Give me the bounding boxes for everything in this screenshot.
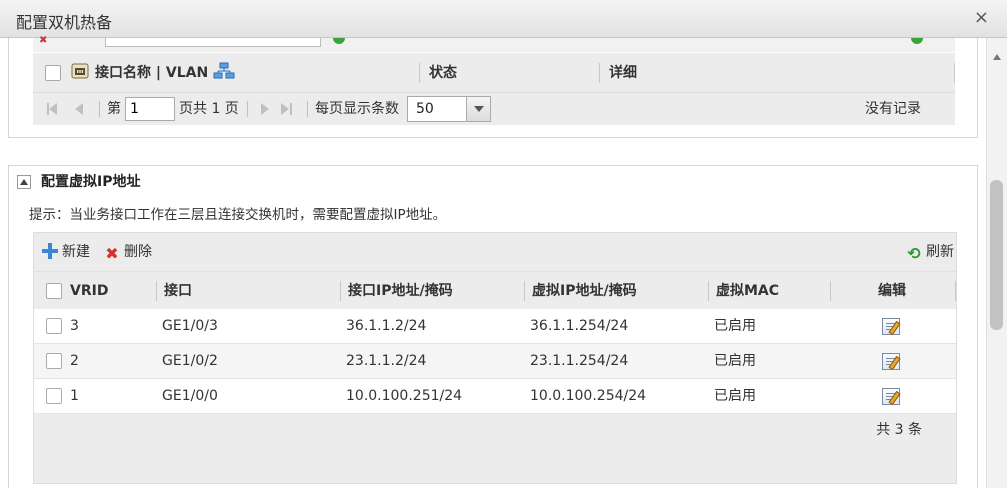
column-interface-ip[interactable]: 接口IP地址/掩码: [348, 272, 453, 310]
refresh-icon: ⟲: [907, 244, 921, 263]
cell-interface: GE1/0/3: [162, 318, 218, 334]
virtual-ip-panel-title[interactable]: 配置虚拟IP地址: [17, 172, 140, 192]
delete-label: 删除: [124, 244, 152, 260]
cell-interface: GE1/0/0: [162, 388, 218, 404]
delete-button[interactable]: ✖ 删除: [104, 233, 152, 271]
delete-x-icon: ✖: [105, 244, 119, 263]
cell-interface-ip: 10.0.100.251/24: [346, 388, 463, 404]
interface-pager: 第 页共 1 页 每页显示条数 50 没有记录: [33, 93, 955, 125]
select-all-checkbox[interactable]: [46, 272, 62, 310]
prev-page-button[interactable]: [75, 103, 83, 115]
last-page-button[interactable]: [281, 103, 289, 115]
interface-panel: ✖ 接口名称 | VLAN 状态 详细 第 1 页共 1 页 每页显示条数 50…: [8, 36, 978, 138]
cell-vrid: 3: [70, 318, 79, 334]
select-all-checkbox[interactable]: [45, 53, 61, 93]
grid-header: VRID 接口 接口IP地址/掩码 虚拟IP地址/掩码 虚拟MAC 编辑: [34, 271, 956, 309]
column-interface[interactable]: 接口: [164, 272, 192, 310]
page-size-value: 50: [416, 101, 434, 117]
window-title: 配置双机热备: [16, 13, 113, 32]
column-detail[interactable]: 详细: [609, 53, 637, 93]
row-checkbox[interactable]: [46, 309, 62, 344]
new-label: 新建: [62, 244, 90, 260]
last-page-icon[interactable]: [290, 103, 292, 115]
row-checkbox[interactable]: [46, 379, 62, 414]
table-row[interactable]: 1 GE1/0/0 10.0.100.251/24 10.0.100.254/2…: [34, 379, 956, 414]
chevron-down-icon[interactable]: [466, 97, 490, 121]
first-page-button[interactable]: [49, 103, 57, 115]
interface-table-header: 接口名称 | VLAN 状态 详细: [33, 53, 955, 93]
column-vrid[interactable]: VRID: [70, 272, 108, 310]
cell-virtual-mac: 已启用: [714, 353, 756, 369]
grid-toolbar: 新建 ✖ 删除 ⟲ 刷新: [34, 233, 956, 271]
grid-footer: 共 3 条: [34, 414, 956, 446]
plus-icon: [42, 243, 58, 259]
scroll-up-icon[interactable]: [993, 54, 1001, 60]
cell-virtual-mac: 已启用: [714, 318, 756, 334]
page-prefix: 第: [107, 101, 121, 117]
cell-virtual-ip: 23.1.1.254/24: [530, 353, 629, 369]
column-virtual-ip[interactable]: 虚拟IP地址/掩码: [532, 272, 637, 310]
page-number-input[interactable]: [125, 97, 175, 121]
vertical-scrollbar[interactable]: [986, 38, 1007, 488]
dialog-content: ✖ 接口名称 | VLAN 状态 详细 第 1 页共 1 页 每页显示条数 50…: [0, 36, 986, 488]
column-status[interactable]: 状态: [429, 53, 457, 93]
column-virtual-mac[interactable]: 虚拟MAC: [716, 272, 779, 310]
cell-interface-ip: 23.1.1.2/24: [346, 353, 427, 369]
scrollbar-thumb[interactable]: [990, 180, 1003, 330]
column-interface-name[interactable]: 接口名称 | VLAN: [95, 53, 208, 93]
virtual-ip-panel: 配置虚拟IP地址 提示：当业务接口工作在三层且连接交换机时，需要配置虚拟IP地址…: [8, 165, 978, 488]
page-size-select[interactable]: 50: [407, 96, 491, 122]
next-page-button[interactable]: [261, 103, 269, 115]
cell-virtual-ip: 10.0.100.254/24: [530, 388, 647, 404]
port-icon: [71, 53, 89, 93]
delete-x-icon[interactable]: ✖: [39, 36, 47, 46]
search-go-icon[interactable]: [333, 38, 345, 44]
window-titlebar: 配置双机热备 ×: [0, 0, 1007, 38]
edit-icon[interactable]: [882, 388, 900, 405]
interface-toolbar: ✖: [33, 36, 955, 52]
panel-title-text: 配置虚拟IP地址: [41, 174, 141, 190]
new-button[interactable]: 新建: [42, 233, 90, 271]
cell-virtual-mac: 已启用: [714, 388, 756, 404]
hint-text: 提示：当业务接口工作在三层且连接交换机时，需要配置虚拟IP地址。: [29, 207, 447, 223]
empty-text: 没有记录: [865, 101, 921, 117]
page-size-label: 每页显示条数: [315, 101, 399, 117]
refresh-icon[interactable]: [911, 38, 923, 44]
page-suffix: 页共 1 页: [179, 101, 239, 117]
total-count: 共 3 条: [876, 422, 922, 438]
search-input[interactable]: [105, 38, 321, 47]
cell-interface-ip: 36.1.1.2/24: [346, 318, 427, 334]
collapse-up-icon[interactable]: [17, 175, 31, 189]
network-icon: [213, 53, 235, 93]
column-edit: 编辑: [878, 283, 906, 299]
cell-vrid: 2: [70, 353, 79, 369]
cell-virtual-ip: 36.1.1.254/24: [530, 318, 629, 334]
cell-interface: GE1/0/2: [162, 353, 218, 369]
virtual-ip-grid: 新建 ✖ 删除 ⟲ 刷新 VRID 接口 接口IP地址/掩码 虚拟IP地址/掩码 虚…: [33, 232, 957, 484]
edit-icon[interactable]: [882, 318, 900, 335]
edit-icon[interactable]: [882, 353, 900, 370]
refresh-button[interactable]: ⟲ 刷新: [906, 233, 954, 271]
table-row[interactable]: 2 GE1/0/2 23.1.1.2/24 23.1.1.254/24 已启用: [34, 344, 956, 379]
refresh-label: 刷新: [926, 244, 954, 260]
cell-vrid: 1: [70, 388, 79, 404]
row-checkbox[interactable]: [46, 344, 62, 379]
close-icon[interactable]: ×: [974, 7, 989, 28]
table-row[interactable]: 3 GE1/0/3 36.1.1.2/24 36.1.1.254/24 已启用: [34, 309, 956, 344]
